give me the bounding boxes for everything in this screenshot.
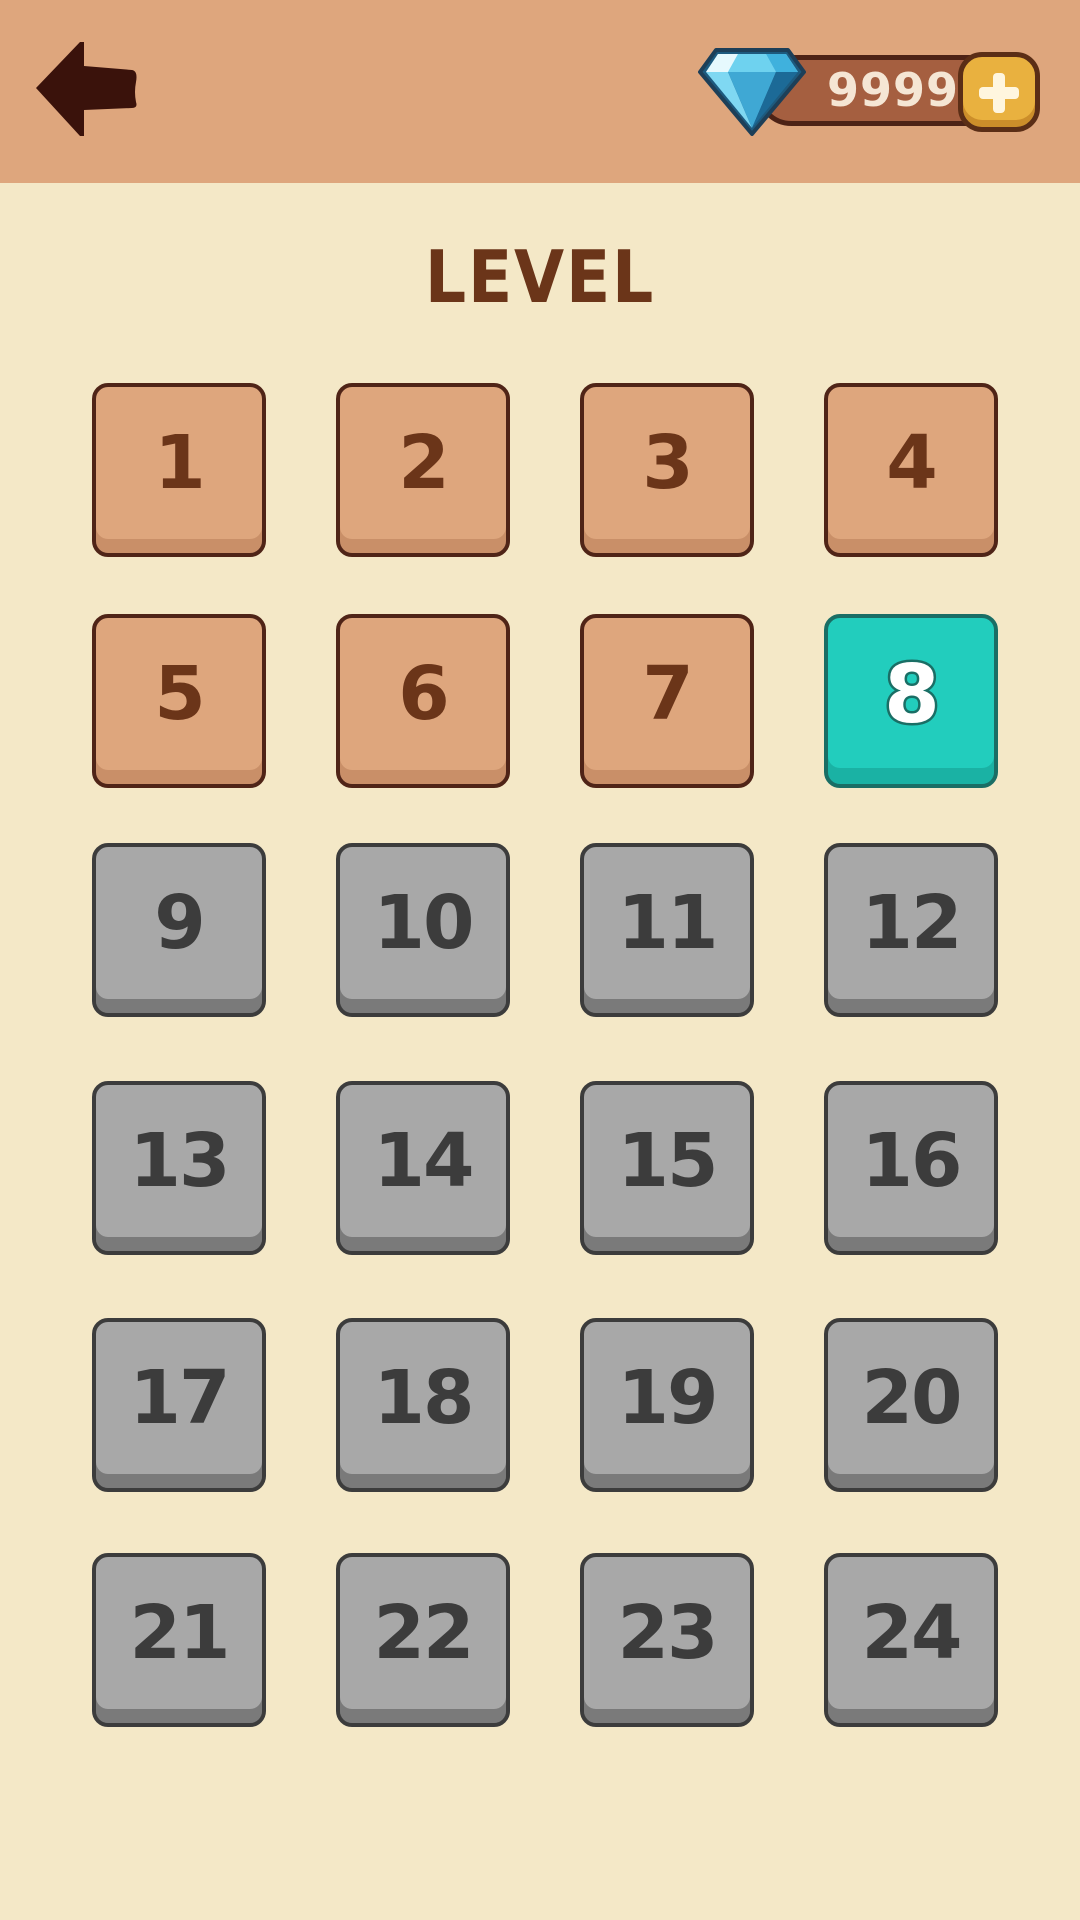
level-number: 18 bbox=[373, 1355, 475, 1441]
level-number: 8 bbox=[882, 645, 943, 743]
level-number: 21 bbox=[129, 1590, 231, 1676]
level-number: 3 bbox=[642, 420, 694, 506]
level-number: 5 bbox=[154, 651, 206, 737]
level-button-21[interactable]: 21 bbox=[92, 1553, 266, 1727]
level-grid: 1 2 3 4 5 6 7 8 9 10 11 12 13 14 15 16 17 18 19 20 21 22 23 24 bbox=[0, 0, 1080, 1920]
level-button-18[interactable]: 18 bbox=[336, 1318, 510, 1492]
level-button-17[interactable]: 17 bbox=[92, 1318, 266, 1492]
level-number: 20 bbox=[861, 1355, 963, 1441]
level-number: 12 bbox=[861, 880, 963, 966]
level-number: 16 bbox=[861, 1118, 963, 1204]
level-button-24[interactable]: 24 bbox=[824, 1553, 998, 1727]
level-number: 11 bbox=[617, 880, 719, 966]
level-number: 6 bbox=[398, 651, 450, 737]
level-button-12[interactable]: 12 bbox=[824, 843, 998, 1017]
level-button-8[interactable]: 8 bbox=[824, 614, 998, 788]
level-button-19[interactable]: 19 bbox=[580, 1318, 754, 1492]
level-number: 2 bbox=[398, 420, 450, 506]
level-number: 17 bbox=[129, 1355, 231, 1441]
level-number: 1 bbox=[154, 420, 206, 506]
level-button-16[interactable]: 16 bbox=[824, 1081, 998, 1255]
level-button-20[interactable]: 20 bbox=[824, 1318, 998, 1492]
level-button-7[interactable]: 7 bbox=[580, 614, 754, 788]
level-button-3[interactable]: 3 bbox=[580, 383, 754, 557]
level-button-4[interactable]: 4 bbox=[824, 383, 998, 557]
level-number: 24 bbox=[861, 1590, 963, 1676]
level-number: 23 bbox=[617, 1590, 719, 1676]
level-number: 4 bbox=[886, 420, 938, 506]
level-button-5[interactable]: 5 bbox=[92, 614, 266, 788]
level-button-2[interactable]: 2 bbox=[336, 383, 510, 557]
level-button-23[interactable]: 23 bbox=[580, 1553, 754, 1727]
level-number: 14 bbox=[373, 1118, 475, 1204]
level-button-6[interactable]: 6 bbox=[336, 614, 510, 788]
level-button-15[interactable]: 15 bbox=[580, 1081, 754, 1255]
level-number: 19 bbox=[617, 1355, 719, 1441]
level-button-1[interactable]: 1 bbox=[92, 383, 266, 557]
level-button-10[interactable]: 10 bbox=[336, 843, 510, 1017]
level-button-14[interactable]: 14 bbox=[336, 1081, 510, 1255]
level-button-9[interactable]: 9 bbox=[92, 843, 266, 1017]
level-button-22[interactable]: 22 bbox=[336, 1553, 510, 1727]
level-number: 10 bbox=[373, 880, 475, 966]
level-number: 7 bbox=[642, 651, 694, 737]
level-button-13[interactable]: 13 bbox=[92, 1081, 266, 1255]
level-number: 15 bbox=[617, 1118, 719, 1204]
level-button-11[interactable]: 11 bbox=[580, 843, 754, 1017]
level-number: 9 bbox=[154, 880, 206, 966]
level-number: 22 bbox=[373, 1590, 475, 1676]
level-number: 13 bbox=[129, 1118, 231, 1204]
